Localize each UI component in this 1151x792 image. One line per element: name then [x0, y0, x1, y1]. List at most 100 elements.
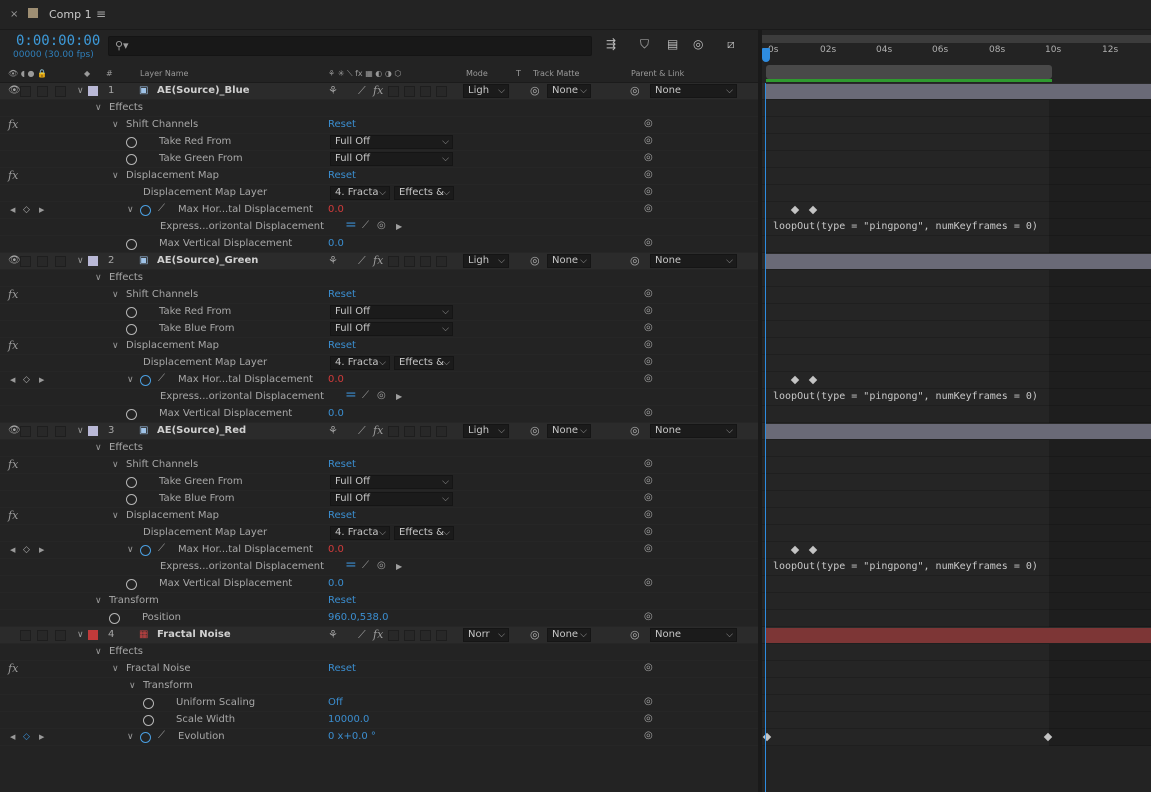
- parent-pickwhip-icon[interactable]: ◎: [630, 254, 640, 267]
- layer-label-color[interactable]: [88, 256, 98, 266]
- outline-row-prop2[interactable]: Displacement Map Layer 4. Fracta ⌵ Effects …: [0, 525, 758, 542]
- timeline-row[interactable]: [762, 134, 1151, 151]
- outline-row-propv[interactable]: Uniform Scaling Off ◎: [0, 695, 758, 712]
- stopwatch-icon[interactable]: [126, 409, 137, 420]
- blend-mode-select[interactable]: Ligh ⌵: [463, 84, 509, 98]
- expression-language-menu-icon[interactable]: ▶: [396, 562, 402, 571]
- adjustment-switch[interactable]: [420, 630, 431, 641]
- timeline-row[interactable]: [762, 338, 1151, 355]
- stopwatch-icon[interactable]: [126, 239, 137, 250]
- property-dropdown[interactable]: Full Off ⌵: [330, 475, 453, 489]
- property-dropdown[interactable]: Full Off ⌵: [330, 492, 453, 506]
- quality-switch-icon[interactable]: ⟋: [358, 424, 366, 438]
- timeline-row[interactable]: [762, 100, 1151, 117]
- lock-switch[interactable]: [55, 630, 66, 641]
- draft-3d-icon[interactable]: ⛉: [640, 37, 649, 52]
- lock-switch[interactable]: [55, 426, 66, 437]
- outline-row-group[interactable]: ∨ Effects: [0, 270, 758, 287]
- twirl-chevron-icon[interactable]: ∨: [95, 103, 102, 113]
- outline-row-propv[interactable]: Max Vertical Displacement 0.0 ◎: [0, 236, 758, 253]
- track-matte-select[interactable]: None ⌵: [547, 84, 591, 98]
- timeline-row[interactable]: [762, 729, 1151, 746]
- timeline-row[interactable]: [762, 678, 1151, 695]
- keyframe-marker[interactable]: [790, 545, 800, 555]
- preserve-transparency-icon[interactable]: ◎: [530, 84, 540, 97]
- timeline-row[interactable]: [762, 185, 1151, 202]
- layer-label-color[interactable]: [88, 86, 98, 96]
- reset-link[interactable]: Reset: [328, 340, 356, 351]
- layer-twirl-chevron-icon[interactable]: ∨: [77, 256, 84, 266]
- reset-link[interactable]: Reset: [328, 170, 356, 181]
- effects-switch-icon[interactable]: fx: [373, 628, 383, 641]
- outline-row-propv[interactable]: Position 960.0,538.0 ◎: [0, 610, 758, 627]
- timeline-row[interactable]: [762, 661, 1151, 678]
- keyframe-marker[interactable]: [808, 205, 818, 215]
- shy-switch-icon[interactable]: ⚘: [328, 254, 338, 267]
- timeline-row[interactable]: [762, 644, 1151, 661]
- timeline-row[interactable]: [762, 168, 1151, 185]
- solo-switch[interactable]: [37, 426, 48, 437]
- outline-row-prop[interactable]: Take Blue From Full Off ⌵ ◎: [0, 321, 758, 338]
- expression-language-menu-icon[interactable]: ▶: [396, 222, 402, 231]
- timeline-row[interactable]: [762, 304, 1151, 321]
- motion-blur-switch[interactable]: [404, 256, 415, 267]
- effect-fx-icon[interactable]: fx: [8, 509, 18, 522]
- blend-mode-select[interactable]: Ligh ⌵: [463, 424, 509, 438]
- timeline-row[interactable]: [762, 117, 1151, 134]
- solo-switch[interactable]: [37, 256, 48, 267]
- twirl-chevron-icon[interactable]: ∨: [112, 460, 119, 470]
- property-pickwhip-icon[interactable]: ◎: [644, 305, 653, 316]
- property-pickwhip-icon[interactable]: ◎: [644, 169, 653, 180]
- effects-switch-icon[interactable]: fx: [373, 84, 383, 97]
- property-pickwhip-icon[interactable]: ◎: [644, 730, 653, 741]
- shy-switch-icon[interactable]: ⚘: [328, 424, 338, 437]
- timeline-row[interactable]: loopOut(type = "pingpong", numKeyframes …: [762, 389, 1151, 406]
- 3d-layer-switch[interactable]: [436, 86, 447, 97]
- preserve-transparency-icon[interactable]: ◎: [530, 424, 540, 437]
- property-value[interactable]: Off: [328, 697, 343, 708]
- property-value[interactable]: 0.0: [328, 204, 344, 215]
- timeline-row[interactable]: [762, 576, 1151, 593]
- effect-fx-icon[interactable]: fx: [8, 118, 18, 131]
- video-eye-icon[interactable]: 👁: [8, 425, 21, 436]
- timeline-row[interactable]: [762, 440, 1151, 457]
- property-pickwhip-icon[interactable]: ◎: [644, 526, 653, 537]
- timeline-row[interactable]: [762, 236, 1151, 253]
- timeline-row[interactable]: [762, 525, 1151, 542]
- 3d-layer-switch[interactable]: [436, 630, 447, 641]
- property-pickwhip-icon[interactable]: ◎: [644, 475, 653, 486]
- parent-select[interactable]: None ⌵: [650, 254, 737, 268]
- expression-pickwhip-icon[interactable]: ◎: [377, 220, 386, 231]
- layer-search-input[interactable]: ⚲▾: [108, 36, 592, 56]
- timeline-row[interactable]: [762, 542, 1151, 559]
- effect-fx-icon[interactable]: fx: [8, 339, 18, 352]
- property-value[interactable]: 0.0: [328, 578, 344, 589]
- outline-row-group[interactable]: ∨ Effects: [0, 440, 758, 457]
- outline-row-fx[interactable]: fx ∨ Displacement Map Reset ◎: [0, 338, 758, 355]
- preserve-transparency-icon[interactable]: ◎: [530, 628, 540, 641]
- outline-row-layer[interactable]: 👁 ∨ 2 ▣ AE(Source)_Green ⚘ ⟋ fx Ligh ⌵ ◎ None ⌵ ◎ None…: [0, 253, 758, 270]
- property-pickwhip-icon[interactable]: ◎: [644, 288, 653, 299]
- quality-switch-icon[interactable]: ⟋: [358, 254, 366, 268]
- lock-switch[interactable]: [55, 86, 66, 97]
- timeline-row[interactable]: [762, 508, 1151, 525]
- outline-row-group[interactable]: ∨ Transform Reset: [0, 593, 758, 610]
- property-dropdown[interactable]: Full Off ⌵: [330, 322, 453, 336]
- property-pickwhip-icon[interactable]: ◎: [644, 713, 653, 724]
- expression-enable-icon[interactable]: =: [345, 557, 357, 573]
- outline-row-fx[interactable]: fx ∨ Shift Channels Reset ◎: [0, 457, 758, 474]
- parent-pickwhip-icon[interactable]: ◎: [630, 84, 640, 97]
- layer-duration-bar[interactable]: [766, 424, 1151, 439]
- audio-switch[interactable]: [20, 426, 31, 437]
- property-pickwhip-icon[interactable]: ◎: [644, 135, 653, 146]
- outline-row-prop[interactable]: Take Red From Full Off ⌵ ◎: [0, 134, 758, 151]
- expression-text[interactable]: loopOut(type = "pingpong", numKeyframes …: [773, 221, 1038, 232]
- keyframe-marker[interactable]: [790, 205, 800, 215]
- twirl-chevron-icon[interactable]: ∨: [95, 273, 102, 283]
- property-pickwhip-icon[interactable]: ◎: [644, 322, 653, 333]
- property-value[interactable]: 0.0: [328, 408, 344, 419]
- graph-icon[interactable]: ⟋: [158, 203, 165, 214]
- timeline-graph-area[interactable]: 0s 02s 04s 06s 08s 10s 12s loopOut(type = "pin…: [762, 30, 1151, 792]
- stopwatch-icon[interactable]: [126, 154, 137, 165]
- video-eye-icon[interactable]: 👁: [8, 85, 21, 96]
